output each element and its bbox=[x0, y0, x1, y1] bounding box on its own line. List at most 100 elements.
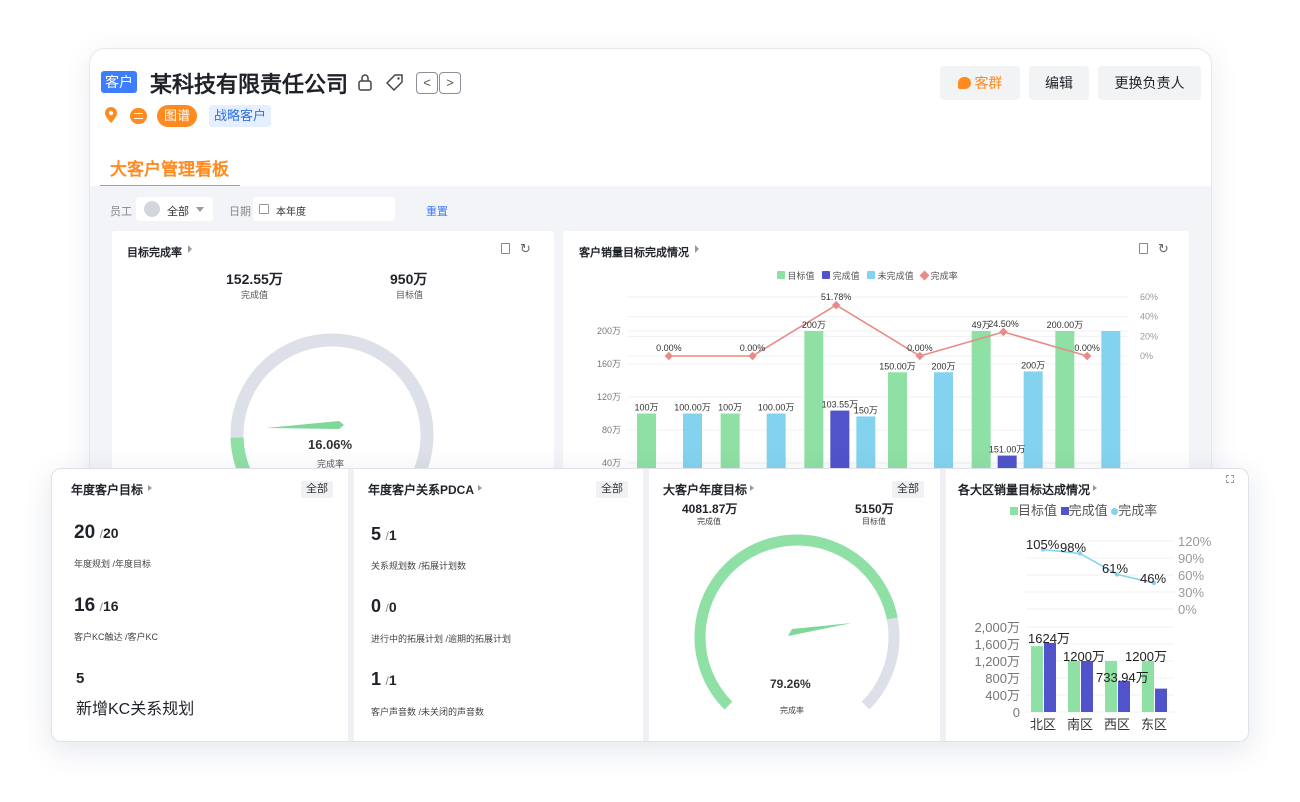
tab-big-customer-dashboard[interactable]: 大客户管理看板 bbox=[110, 155, 229, 180]
y-tick-label: 80万 bbox=[602, 425, 621, 435]
x-tick-label: 西区 bbox=[1104, 717, 1130, 732]
rate-point bbox=[999, 327, 1008, 337]
location-icon[interactable] bbox=[103, 106, 119, 129]
scope-all-button[interactable]: 全部 bbox=[596, 481, 628, 498]
employee-filter-value: 全部 bbox=[167, 206, 189, 218]
rate-label: 0.00% bbox=[1074, 343, 1100, 353]
rate-point bbox=[748, 351, 757, 361]
bar-target bbox=[1068, 661, 1080, 712]
metric-plan-vs-goal: 20 /20 bbox=[74, 522, 119, 543]
rate-label: 61% bbox=[1102, 561, 1128, 576]
metric-total: 0 bbox=[388, 599, 397, 615]
next-record-button[interactable]: > bbox=[439, 72, 461, 94]
change-owner-button[interactable]: 更换负责人 bbox=[1098, 66, 1201, 100]
y2-tick-label: 0% bbox=[1140, 351, 1153, 361]
region-sales-card: 各大区销量目标达成情况 目标值 完成值 完成率 2,000万 1,600万 1,20… bbox=[946, 469, 1248, 741]
caret-right-icon[interactable] bbox=[478, 485, 482, 491]
card-title: 年度客户目标 bbox=[71, 483, 144, 497]
bar-value-label: 200万 bbox=[931, 361, 955, 371]
bar-value-label: 103.55万 bbox=[822, 400, 859, 410]
y2-tick-label: 40% bbox=[1140, 312, 1158, 322]
metric-total: 1 bbox=[388, 527, 397, 543]
edit-button[interactable]: 编辑 bbox=[1029, 66, 1089, 100]
rate-label: 0.00% bbox=[907, 343, 933, 353]
bar-value-label: 151.00万 bbox=[989, 445, 1026, 455]
date-filter-input[interactable]: 本年度 bbox=[253, 197, 395, 221]
bar-done bbox=[1155, 688, 1167, 712]
calendar-icon bbox=[259, 204, 269, 214]
chevron-down-icon bbox=[196, 207, 204, 212]
big-customer-goal-card: 大客户年度目标 全部 4081.87万 完成值 5150万 目标值 79.26%… bbox=[649, 469, 940, 741]
completion-percent: 79.26% bbox=[770, 677, 811, 691]
metric-label: 客户KC触达 /客户KC bbox=[74, 632, 159, 642]
metric-plans: 5 /1 bbox=[371, 524, 397, 544]
metric-new-kc-label: 新增KC关系规划 bbox=[76, 701, 195, 718]
target-label: 目标值 bbox=[396, 290, 424, 300]
x-tick-label: 北区 bbox=[1030, 717, 1056, 732]
bar-done bbox=[1044, 642, 1056, 712]
y2-tick-label: 60% bbox=[1140, 292, 1158, 302]
graph-pill[interactable]: 图谱 bbox=[157, 105, 198, 127]
metric-label: 进行中的拓展计划 /逾期的拓展计划 bbox=[371, 634, 512, 644]
bar-value-label: 200.00万 bbox=[1047, 320, 1084, 330]
metric-label: 关系规划数 /拓展计划数 bbox=[371, 561, 467, 571]
card-title: 年度客户关系PDCA bbox=[368, 483, 475, 497]
customer-detail-window: 客户 某科技有限责任公司 < > 客群 编辑 更换负责人 图谱 战略客户 大客户… bbox=[89, 48, 1212, 518]
employee-filter-label: 员工 bbox=[110, 206, 132, 218]
chat-icon bbox=[957, 77, 971, 89]
strategic-customer-pill: 战略客户 bbox=[209, 105, 272, 127]
prev-record-button[interactable]: < bbox=[416, 72, 438, 94]
refresh-icon[interactable]: ↻ bbox=[520, 241, 531, 257]
rate-label: 24.50% bbox=[988, 319, 1019, 329]
date-filter-value: 本年度 bbox=[276, 207, 306, 218]
bar-value-label: 150.00万 bbox=[879, 361, 916, 371]
metric-in-progress: 0 /0 bbox=[371, 596, 397, 616]
rate-label: 0.00% bbox=[656, 343, 682, 353]
rate-label: 51.78% bbox=[821, 292, 852, 302]
pdca-card: 年度客户关系PDCA 全部 5 /1 关系规划数 /拓展计划数 0 /0 进行中… bbox=[354, 469, 643, 741]
done-value: 152.55万 bbox=[226, 271, 283, 287]
y2-tick-label: 60% bbox=[1178, 568, 1204, 583]
y-tick-label: 120万 bbox=[597, 392, 621, 402]
y2-tick-label: 0% bbox=[1178, 602, 1197, 617]
metric-total: 1 bbox=[388, 672, 397, 688]
x-tick-label: 南区 bbox=[1067, 717, 1093, 732]
caret-right-icon[interactable] bbox=[148, 485, 152, 491]
metric-value: 20 bbox=[74, 522, 96, 543]
bar-done bbox=[1081, 661, 1093, 712]
bar-value-label: 1624万 bbox=[1028, 631, 1070, 646]
bar-target bbox=[1031, 646, 1043, 712]
card-title: 目标完成率 bbox=[127, 247, 182, 259]
bar-value-label: 733.94万 bbox=[1096, 670, 1149, 685]
completion-caption: 完成率 bbox=[780, 706, 804, 715]
done-label: 完成值 bbox=[241, 290, 269, 300]
reset-link[interactable]: 重置 bbox=[426, 203, 448, 219]
caret-right-icon[interactable] bbox=[188, 245, 192, 253]
business-icon[interactable] bbox=[130, 108, 147, 124]
y-tick-label: 400万 bbox=[985, 688, 1020, 703]
metric-value: 5 bbox=[371, 524, 382, 544]
y2-tick-label: 30% bbox=[1178, 585, 1204, 600]
bar-value-label: 200万 bbox=[802, 320, 826, 330]
y-tick-label: 1,600万 bbox=[974, 637, 1020, 652]
metric-voices: 1 /1 bbox=[371, 669, 397, 689]
y-tick-label: 1,200万 bbox=[974, 654, 1020, 669]
customer-group-button[interactable]: 客群 bbox=[940, 66, 1020, 100]
rate-label: 0.00% bbox=[740, 343, 766, 353]
rate-point bbox=[1082, 351, 1092, 361]
y2-tick-label: 90% bbox=[1178, 551, 1204, 566]
metric-value: 1 bbox=[371, 669, 382, 689]
y-tick-label: 160万 bbox=[597, 359, 621, 369]
avatar bbox=[144, 201, 160, 217]
employee-filter-select[interactable]: 全部 bbox=[136, 197, 213, 221]
annual-customer-goal-card: 年度客户目标 全部 20 /20 年度规划 /年度目标 16 /16 客户KC触… bbox=[52, 469, 348, 741]
gauge-needle bbox=[788, 623, 852, 636]
table-view-icon[interactable] bbox=[501, 243, 510, 254]
tag-icon[interactable] bbox=[385, 73, 404, 96]
scope-all-button[interactable]: 全部 bbox=[301, 481, 333, 498]
y2-tick-label: 120% bbox=[1178, 534, 1212, 549]
metric-value: 0 bbox=[371, 596, 382, 616]
bar-value-label: 1200万 bbox=[1125, 649, 1167, 664]
lock-icon[interactable] bbox=[357, 73, 373, 96]
rate-point bbox=[915, 351, 925, 361]
